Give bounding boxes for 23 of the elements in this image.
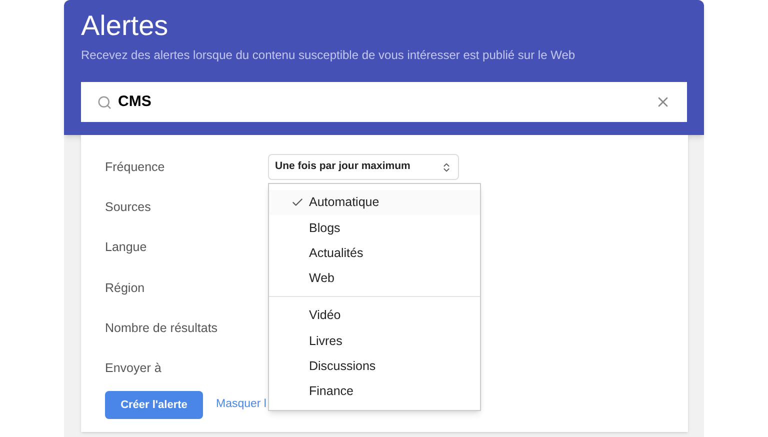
search-icon (97, 94, 112, 110)
menu-item[interactable]: Discussions (269, 354, 480, 380)
field-label: Envoyer à (105, 360, 162, 378)
search-bar[interactable]: CMS (81, 82, 687, 122)
field-label: Sources (105, 199, 152, 216)
frequency-select[interactable]: Une fois par jour maximum (268, 154, 459, 180)
menu-item[interactable]: Blogs (269, 215, 480, 241)
menu-item[interactable]: Web (269, 266, 480, 292)
search-field[interactable]: CMS (118, 90, 655, 114)
updown-icon (441, 162, 452, 173)
page-title: Alertes (81, 9, 170, 43)
field-label: Fréquence (105, 158, 166, 176)
menu-item[interactable]: Vidéo (269, 303, 480, 328)
page-subtitle: Recevez des alertes lorsque du contenu susceptible de vous intéresser est publié sur le Web (81, 47, 576, 64)
field-label: Nombre de résultats (105, 320, 219, 337)
field-label: Langue (105, 239, 148, 256)
menu-item[interactable]: Actualités (269, 240, 480, 266)
create-alert-button[interactable]: Créer l'alerte (105, 390, 203, 419)
menu-item[interactable]: Finance (269, 379, 480, 404)
menu-item[interactable]: Livres (269, 328, 480, 354)
menu-item[interactable]: Automatique (269, 190, 480, 216)
hide-options-link[interactable]: Masquer l (216, 396, 266, 414)
field-label: Région (105, 280, 146, 297)
